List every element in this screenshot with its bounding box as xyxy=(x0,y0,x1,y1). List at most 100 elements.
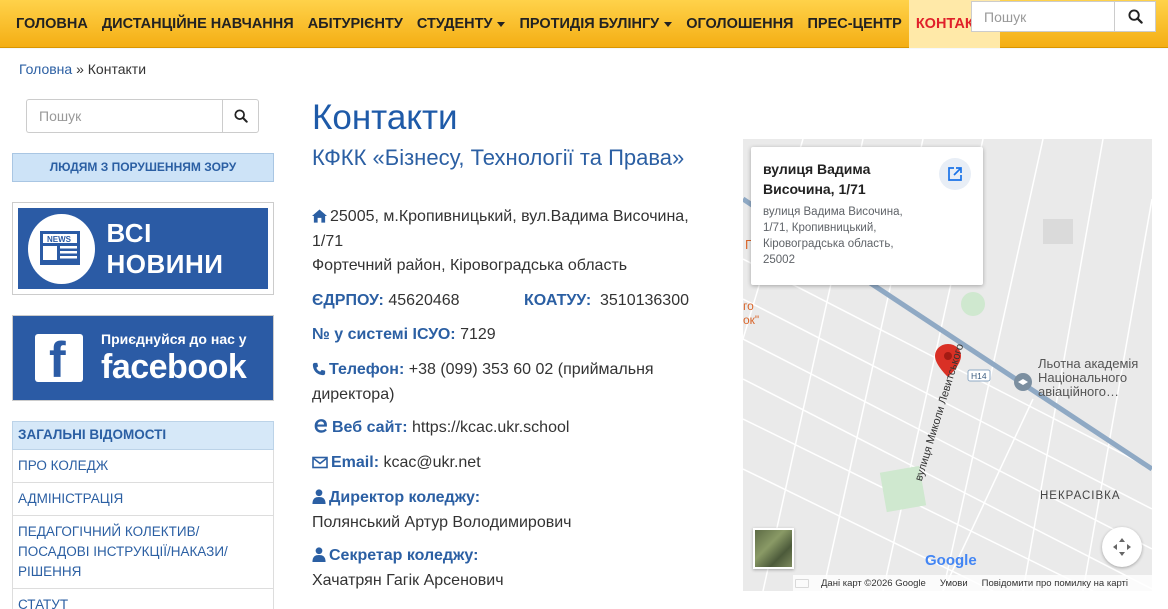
email-label: Email: xyxy=(331,454,380,471)
caret-down-icon xyxy=(664,21,673,27)
phone-icon xyxy=(312,362,326,376)
top-search-form xyxy=(971,1,1156,32)
news-badge-text: NEWS xyxy=(47,235,72,244)
website-link[interactable]: https://kcac.ukr.school xyxy=(412,419,569,436)
map-terms-link[interactable]: Умови xyxy=(940,578,968,589)
breadcrumb: Головна » Контакти xyxy=(19,61,146,77)
top-navigation: Головна Дистанційне навчання Абітурієнту… xyxy=(0,0,1168,48)
map-partial-label: ок" xyxy=(743,313,760,327)
breadcrumb-current: Контакти xyxy=(87,61,147,77)
phone-row: Телефон: +38 (099) 353 60 02 (приймальня… xyxy=(312,358,692,407)
nav-item-home[interactable]: Головна xyxy=(9,0,95,48)
nav-item-distance-learning[interactable]: Дистанційне навчання xyxy=(95,0,301,48)
all-news-banner[interactable]: NEWS ВСІ НОВИНИ xyxy=(12,202,274,295)
fullscreen-icon xyxy=(1113,538,1131,556)
director-label: Директор коледжу: xyxy=(329,489,481,506)
address-line-1: 25005, м.Кропивницький, вул.Вадима Височ… xyxy=(312,208,689,250)
isuo-row: № у системі ІСУО: 7129 xyxy=(312,323,732,348)
facebook-f-glyph: f xyxy=(49,332,66,388)
external-link-icon xyxy=(948,167,962,181)
sidebar-search-button[interactable] xyxy=(222,99,259,133)
website-label: Веб сайт: xyxy=(332,419,408,436)
email-row: Email: kcac@ukr.net xyxy=(312,451,732,476)
sidebar-item-teaching-staff[interactable]: Педагогічний колектив/ посадові інструкц… xyxy=(13,516,273,589)
facebook-icon: f xyxy=(35,332,83,388)
map-attribution: Дані карт ©2026 Google xyxy=(821,577,926,589)
page-body: Головна » Контакти Людям з порушенням зо… xyxy=(0,49,1168,609)
sidebar-menu: Про коледж Адміністрація Педагогічний ко… xyxy=(12,450,274,609)
nav-label: Оголошення xyxy=(686,16,794,32)
internet-explorer-icon xyxy=(314,419,327,433)
all-news-banner-inner: NEWS ВСІ НОВИНИ xyxy=(18,208,268,289)
map-report-link[interactable]: Повідомити про помилку на карті xyxy=(982,578,1128,589)
koatuu-value: 3510136300 xyxy=(600,292,689,309)
nav-item-applicants[interactable]: Абітурієнту xyxy=(301,0,410,48)
visually-impaired-button[interactable]: Людям з порушенням зору xyxy=(12,153,274,182)
nav-label: Прес-центр xyxy=(807,16,902,32)
isuo-label: № у системі ІСУО: xyxy=(312,326,456,343)
phone-label: Телефон: xyxy=(329,361,405,378)
user-icon xyxy=(312,547,326,562)
email-link[interactable]: kcac@ukr.net xyxy=(383,454,480,471)
nav-label: Студенту xyxy=(416,16,493,32)
website-row: Веб сайт: https://kcac.ukr.school xyxy=(312,416,732,441)
breadcrumb-separator: » xyxy=(76,61,84,77)
facebook-texts: Приєднуйся до нас у facebook xyxy=(101,331,247,385)
address-line-2: Фортечний район, Кіровоградська область xyxy=(312,257,628,274)
top-search-button[interactable] xyxy=(1114,1,1156,32)
sidebar-item-about[interactable]: Про коледж xyxy=(13,450,273,483)
map-district-label: НЕКРАСІВКА xyxy=(1040,490,1121,502)
koatuu-label: КОАТУУ: xyxy=(524,292,592,309)
fullscreen-button[interactable] xyxy=(1102,527,1142,567)
google-wordmark: Google xyxy=(925,552,977,569)
map-poi-label[interactable]: Льотна академія Національного авіаційног… xyxy=(1038,357,1150,399)
embedded-map[interactable]: H14 Г го ок" Льотна академія Національно… xyxy=(743,139,1152,591)
secretary-row: Секретар коледжу: Хачатрян Гагік Арсенов… xyxy=(312,544,732,593)
road-badge: H14 xyxy=(971,371,987,381)
home-icon xyxy=(312,209,327,223)
address-block: 25005, м.Кропивницький, вул.Вадима Височ… xyxy=(312,205,722,279)
isuo-value: 7129 xyxy=(460,326,496,343)
map-attribution-bar: Дані карт ©2026 Google Умови Повідомити … xyxy=(793,575,1152,591)
facebook-join-text: Приєднуйся до нас у xyxy=(101,331,247,347)
map-partial-label: го xyxy=(743,299,754,313)
secretary-name: Хачатрян Гагік Арсенович xyxy=(312,571,504,589)
sidebar-item-administration[interactable]: Адміністрація xyxy=(13,483,273,516)
newspaper-icon: NEWS xyxy=(28,213,95,284)
director-row: Директор коледжу: Полянський Артур Волод… xyxy=(312,486,732,535)
user-icon xyxy=(312,489,326,504)
breadcrumb-home-link[interactable]: Головна xyxy=(19,61,72,77)
map-card-title: вулиця Вадима Височина, 1/71 xyxy=(763,161,871,197)
page-title: Контакти xyxy=(312,98,458,137)
nav-label: Абітурієнту xyxy=(307,16,403,32)
codes-row: ЄДРПОУ: 45620468 КОАТУУ: 3510136300 xyxy=(312,289,732,314)
google-logo: Google xyxy=(925,552,977,569)
caret-down-icon xyxy=(497,21,506,27)
open-in-maps-button[interactable] xyxy=(939,158,971,190)
nav-label: Дистанційне навчання xyxy=(101,16,294,32)
facebook-wordmark: facebook xyxy=(101,348,247,386)
facebook-banner[interactable]: f Приєднуйся до нас у facebook xyxy=(12,315,274,401)
map-place-card: вулиця Вадима Височина, 1/71 вулиця Вади… xyxy=(751,147,983,285)
nav-item-press-center[interactable]: Прес-центр xyxy=(800,0,908,48)
edrpou-label: ЄДРПОУ: xyxy=(312,292,384,309)
nav-label: Головна xyxy=(16,16,88,32)
top-search-input[interactable] xyxy=(971,1,1114,32)
nav-item-anti-bullying[interactable]: Протидія булінгу xyxy=(512,0,679,48)
all-news-text: ВСІ НОВИНИ xyxy=(106,217,224,279)
institution-name: КФКК «Бізнесу, Технології та Права» xyxy=(312,145,685,170)
search-icon xyxy=(233,109,248,123)
envelope-icon xyxy=(312,456,328,469)
director-name: Полянський Артур Володимирович xyxy=(312,513,572,531)
nav-item-students[interactable]: Студенту xyxy=(410,0,513,48)
satellite-view-toggle[interactable] xyxy=(753,528,794,569)
search-icon xyxy=(1127,9,1143,24)
facebook-banner-inner: f Приєднуйся до нас у facebook xyxy=(13,316,273,400)
sidebar-search-input[interactable] xyxy=(26,99,222,133)
nav-label: Протидія булінгу xyxy=(519,16,660,32)
sidebar-search-form xyxy=(26,99,259,133)
newspaper-graphic: NEWS xyxy=(40,230,81,265)
sidebar-menu-title: Загальні відомості xyxy=(12,421,274,450)
nav-item-announcements[interactable]: Оголошення xyxy=(679,0,800,48)
sidebar-item-statute[interactable]: Статут xyxy=(13,589,273,609)
